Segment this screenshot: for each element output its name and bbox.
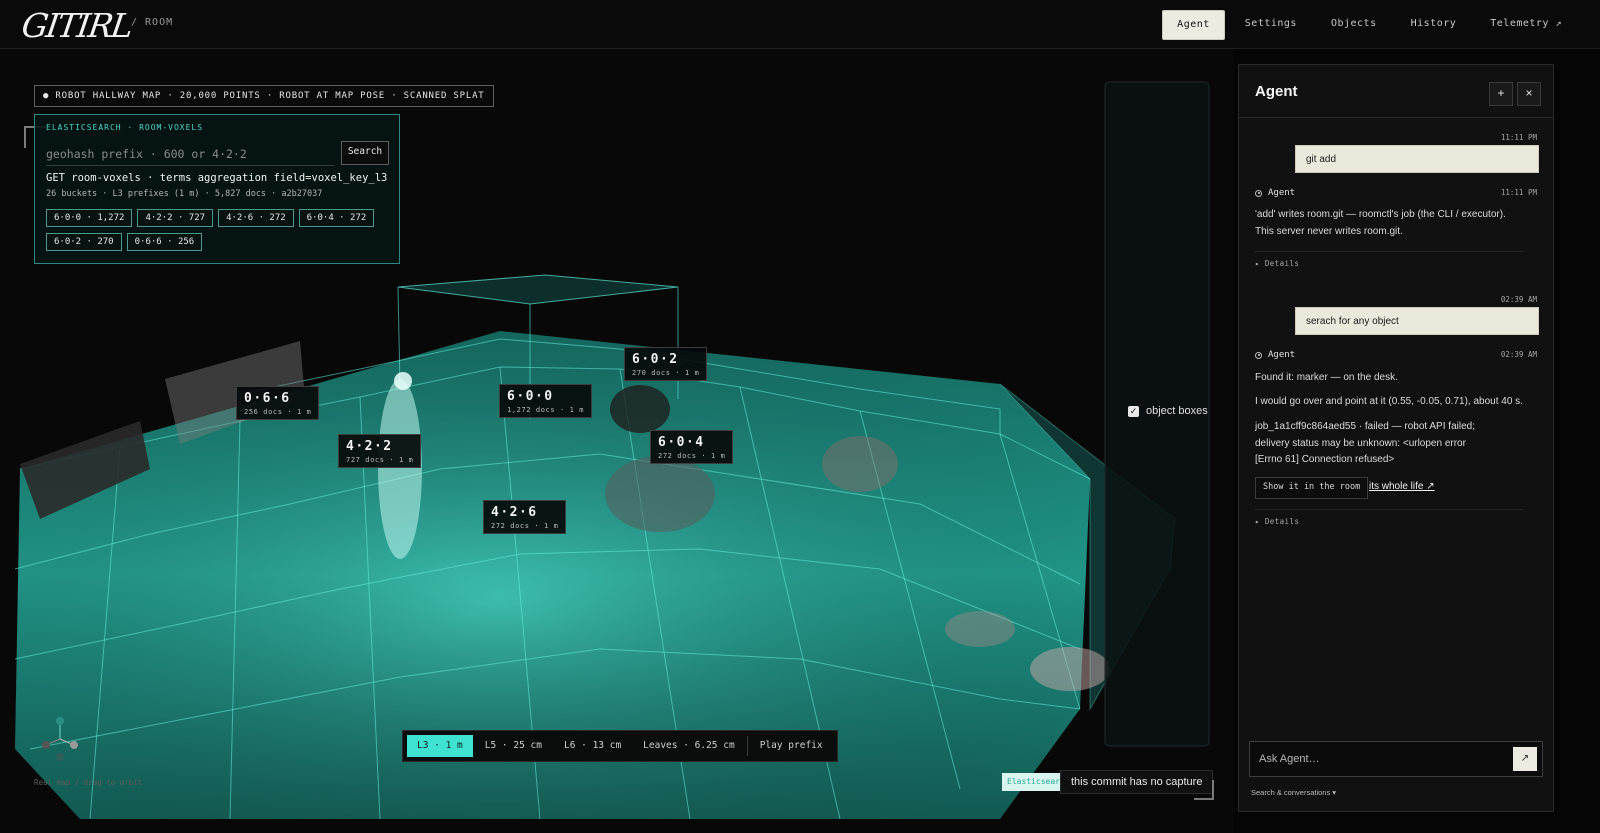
cell-key: 0·6·6 [244, 391, 291, 406]
agent-message-label: Agent [1255, 350, 1295, 360]
message-divider [1255, 509, 1523, 510]
voxel-cell-tag-604[interactable]: 6·0·4 272 docs · 1 m [650, 430, 734, 464]
bucket-chip[interactable]: 6·0·2 · 270 [46, 233, 122, 251]
bucket-chip[interactable]: 4·2·2 · 727 [137, 209, 214, 227]
agent-message-line: job_1a1cff9c864aed55 · failed — robot AP… [1255, 421, 1475, 465]
agent-message-label: Agent [1255, 188, 1295, 198]
agent-message-line: This server never writes room.git. [1255, 225, 1403, 237]
agent-panel-title: Agent [1255, 83, 1298, 100]
ask-agent-input[interactable] [1259, 751, 1499, 767]
agent-message-body: 'add' writes room.git — roomctl's job (t… [1255, 207, 1539, 240]
message-timestamp: 11:11 PM [1500, 188, 1537, 197]
lod-divider [746, 736, 748, 756]
cell-docs: 272 docs · 1 m [491, 522, 559, 530]
agent-message-line: 'add' writes room.git — roomctl's job (t… [1255, 209, 1506, 220]
bucket-chip[interactable]: 6·0·4 · 272 [298, 209, 375, 227]
elasticsearch-badge[interactable]: Elasticsearch [1002, 773, 1062, 791]
es-query-text: GET room-voxels · terms aggregation fiel… [46, 172, 388, 184]
tab-history[interactable]: History [1397, 10, 1471, 38]
lod-leaves-button[interactable]: Leaves · 6.25 cm [633, 735, 745, 757]
lod-selector: L3 · 1 m L5 · 25 cm L6 · 13 cm Leaves · … [402, 730, 838, 762]
tab-agent[interactable]: Agent [1162, 10, 1225, 40]
agent-avatar-icon [1255, 189, 1262, 197]
whole-life-link[interactable]: its whole life ↗ [1369, 481, 1435, 492]
user-message: serach for any object [1295, 307, 1539, 335]
message-timestamp: 11:11 PM [1500, 133, 1537, 142]
voxel-tall-box [397, 274, 679, 305]
cell-docs: 727 docs · 1 m [346, 456, 414, 464]
voxel-cell-tag-066[interactable]: 0·6·6 256 docs · 1 m [236, 386, 320, 420]
voxel-cell-tag-600[interactable]: 6·0·0 1,272 docs · 1 m [499, 384, 593, 418]
cell-docs: 270 docs · 1 m [632, 369, 700, 377]
agent-avatar-icon [1255, 351, 1262, 359]
tab-settings[interactable]: Settings [1231, 10, 1311, 38]
details-toggle[interactable]: ▸ Details [1255, 259, 1299, 268]
bucket-chip[interactable]: 0·6·6 · 256 [126, 233, 203, 251]
cell-key: 4·2·6 [491, 505, 538, 520]
voxel-cell-tag-422[interactable]: 4·2·2 727 docs · 1 m [338, 434, 422, 468]
send-arrow-icon[interactable]: ↗ [1513, 747, 1537, 771]
agent-panel: Agent + × 11:11 PM git add Agent 11:11 P… [1238, 64, 1554, 812]
message-timestamp: 02:39 AM [1500, 350, 1537, 359]
scene-caption: ● ROBOT HALLWAY MAP · 20,000 POINTS · RO… [34, 85, 494, 107]
lod-l6-button[interactable]: L6 · 13 cm [554, 735, 631, 757]
close-agent-button[interactable]: × [1517, 82, 1541, 106]
voxel-cell-tag-602[interactable]: 6·0·2 270 docs · 1 m [624, 347, 708, 381]
message-divider [1255, 251, 1523, 252]
main-nav: Agent Settings Objects History Telemetry… [1162, 10, 1576, 40]
cell-key: 4·2·2 [346, 439, 393, 454]
cell-docs: 272 docs · 1 m [658, 452, 726, 460]
es-search-button[interactable]: Search [341, 141, 389, 165]
elasticsearch-panel: ELASTICSEARCH · ROOM-VOXELS Search GET r… [34, 114, 400, 264]
orbit-hint: Real map / drag to orbit [34, 778, 143, 787]
cell-docs: 1,272 docs · 1 m [507, 406, 585, 414]
object-boxes-checkbox[interactable]: ✓ [1128, 405, 1139, 417]
cell-key: 6·0·0 [507, 389, 554, 404]
top-bar: GITIRL / ROOM Agent Settings Objects His… [0, 0, 1600, 49]
object-boxes-label: object boxes [1146, 405, 1208, 417]
voxel-cell-tag-426[interactable]: 4·2·6 272 docs · 1 m [483, 500, 567, 534]
bucket-chip[interactable]: 6·0·0 · 1,272 [46, 209, 133, 227]
search-conversations-link[interactable]: Search & conversations ▾ [1251, 788, 1336, 797]
cell-docs: 256 docs · 1 m [244, 408, 312, 416]
details-toggle[interactable]: ▸ Details [1255, 517, 1299, 526]
app-logo[interactable]: GITIRL [19, 6, 134, 45]
cell-key: 6·0·4 [658, 435, 705, 450]
agent-header-divider [1239, 117, 1553, 118]
object-boxes-toggle[interactable]: ✓ object boxes [1128, 405, 1208, 417]
agent-name: Agent [1268, 188, 1296, 198]
no-capture-notice: this commit has no capture [1060, 770, 1214, 794]
tab-objects[interactable]: Objects [1317, 10, 1391, 38]
agent-message-line: I would go over and point at it (0.55, -… [1255, 396, 1523, 407]
cell-key: 6·0·2 [632, 352, 679, 367]
bucket-chip[interactable]: 4·2·6 · 272 [218, 209, 294, 227]
lod-l5-button[interactable]: L5 · 25 cm [475, 735, 552, 757]
agent-name: Agent [1268, 350, 1296, 360]
message-timestamp: 02:39 AM [1500, 295, 1537, 304]
show-in-room-button[interactable]: Show it in the room [1255, 477, 1369, 499]
play-prefix-button[interactable]: Play prefix [750, 735, 833, 757]
ask-agent-box: ↗ [1249, 741, 1543, 777]
es-query-meta: 26 buckets · L3 prefixes (1 m) · 5,827 d… [46, 189, 323, 199]
user-message: git add [1295, 145, 1539, 173]
breadcrumb: / ROOM [131, 17, 174, 28]
geohash-prefix-input[interactable] [46, 143, 334, 166]
bucket-chips: 6·0·0 · 1,272 4·2·2 · 727 4·2·6 · 272 6·… [46, 209, 396, 251]
lod-l3-button[interactable]: L3 · 1 m [407, 735, 473, 757]
es-panel-header: ELASTICSEARCH · ROOM-VOXELS [46, 123, 204, 132]
new-conversation-button[interactable]: + [1489, 82, 1513, 106]
agent-message-line: Found it: marker — on the desk. [1255, 372, 1398, 383]
frame-corner-bottom-right [1194, 780, 1214, 800]
tab-telemetry[interactable]: Telemetry ↗ [1476, 10, 1576, 38]
